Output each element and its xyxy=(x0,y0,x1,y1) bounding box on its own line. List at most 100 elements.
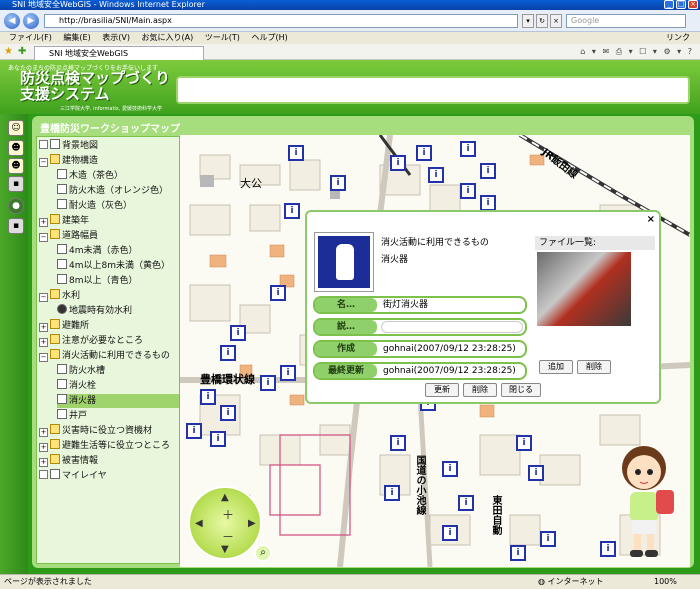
layer-icon[interactable]: ▪ xyxy=(8,218,24,234)
toolbar-icons[interactable]: ⌂ ▾ ✉ ⎙ ▾ ☐ ▾ ⚙ ▾ ? xyxy=(580,47,694,57)
add-file-button[interactable]: 追加 xyxy=(539,360,573,374)
extinguisher-marker-icon[interactable]: i xyxy=(230,325,246,341)
user-icon[interactable]: ☺ xyxy=(8,120,24,136)
links-label[interactable]: リンク xyxy=(666,32,690,44)
address-input[interactable]: http://brasilia/SNI/Main.aspx xyxy=(44,14,518,28)
extinguisher-marker-icon[interactable]: i xyxy=(280,365,296,381)
minimize-button[interactable]: _ xyxy=(664,0,674,9)
extinguisher-marker-icon[interactable]: i xyxy=(284,203,300,219)
extinguisher-marker-icon[interactable]: i xyxy=(270,285,286,301)
extinguisher-marker-icon[interactable]: i xyxy=(416,145,432,161)
extinguisher-marker-icon[interactable]: i xyxy=(288,145,304,161)
zoom-out-icon[interactable]: － xyxy=(222,528,234,545)
extinguisher-marker-icon[interactable]: i xyxy=(260,375,276,391)
pan-left-icon[interactable]: ◀ xyxy=(195,518,203,529)
extinguisher-marker-icon[interactable]: i xyxy=(428,167,444,183)
extinguisher-marker-icon[interactable]: i xyxy=(390,155,406,171)
tab-current[interactable]: SNI 地域安全WebGIS xyxy=(34,46,204,60)
power-icon[interactable]: ● xyxy=(8,198,24,214)
tree-item[interactable]: マイレイヤ xyxy=(39,469,179,483)
zoom-level[interactable]: 100% xyxy=(654,575,677,589)
expand-icon[interactable]: + xyxy=(39,218,48,227)
extinguisher-marker-icon[interactable]: i xyxy=(390,435,406,451)
extinguisher-marker-icon[interactable]: i xyxy=(220,345,236,361)
collapse-icon[interactable]: − xyxy=(39,158,48,167)
expand-icon[interactable]: + xyxy=(39,443,48,452)
tree-item[interactable]: 防火水槽 xyxy=(57,364,179,378)
collapse-icon[interactable]: − xyxy=(39,233,48,242)
settings-icon[interactable]: ▪ xyxy=(8,176,24,192)
zoom-in-icon[interactable]: ＋ xyxy=(222,506,234,523)
extinguisher-marker-icon[interactable]: i xyxy=(516,435,532,451)
menu-edit[interactable]: 編集(E) xyxy=(63,33,90,42)
zoom-search-icon[interactable]: ⌕ xyxy=(254,544,272,562)
extinguisher-marker-icon[interactable]: i xyxy=(458,495,474,511)
tree-item[interactable]: − 道路幅員 xyxy=(39,229,179,243)
collapse-icon[interactable]: − xyxy=(39,353,48,362)
description-field[interactable] xyxy=(381,321,523,333)
favorites-star-icon[interactable]: ★ xyxy=(4,46,13,57)
extinguisher-marker-icon[interactable]: i xyxy=(200,389,216,405)
pan-up-icon[interactable]: ▲ xyxy=(221,492,229,503)
checkbox-icon[interactable] xyxy=(39,470,48,479)
tree-item[interactable]: 消火栓 xyxy=(57,379,179,393)
pan-down-icon[interactable]: ▼ xyxy=(221,544,229,555)
delete-file-button[interactable]: 削除 xyxy=(577,360,611,374)
extinguisher-marker-icon[interactable]: i xyxy=(480,195,496,211)
extinguisher-marker-icon[interactable]: i xyxy=(540,531,556,547)
maximize-button[interactable]: □ xyxy=(676,0,686,9)
stop-button[interactable]: × xyxy=(550,14,562,28)
tree-item[interactable]: 4m以上8m未満（黄色） xyxy=(57,259,179,273)
tree-item[interactable]: 消火器 xyxy=(57,394,179,408)
pan-zoom-control[interactable]: ▲ ▼ ◀ ▶ ＋ － xyxy=(188,486,262,560)
expand-icon[interactable]: + xyxy=(39,338,48,347)
tree-item[interactable]: 耐火造（灰色） xyxy=(57,199,179,213)
extinguisher-marker-icon[interactable]: i xyxy=(384,485,400,501)
tree-item[interactable]: 防火木造（オレンジ色） xyxy=(57,184,179,198)
tree-item[interactable]: 木造（茶色） xyxy=(57,169,179,183)
expand-icon[interactable]: + xyxy=(39,458,48,467)
tree-item[interactable]: + 避難所 xyxy=(39,319,179,333)
menu-help[interactable]: ヘルプ(H) xyxy=(251,33,287,42)
group-icon[interactable]: ☻ xyxy=(8,140,24,156)
tree-item[interactable]: − 水利 xyxy=(39,289,179,303)
tree-item[interactable]: + 被害情報 xyxy=(39,454,179,468)
attached-photo[interactable] xyxy=(537,252,631,326)
tree-item[interactable]: − 消火活動に利用できるもの xyxy=(39,349,179,363)
tree-item[interactable]: 8m以上（青色） xyxy=(57,274,179,288)
extinguisher-marker-icon[interactable]: i xyxy=(442,461,458,477)
menu-view[interactable]: 表示(V) xyxy=(102,33,130,42)
address-dropdown-button[interactable]: ▾ xyxy=(522,14,534,28)
tree-item[interactable]: + 災害時に役立つ資機材 xyxy=(39,424,179,438)
extinguisher-marker-icon[interactable]: i xyxy=(330,175,346,191)
tree-item[interactable]: + 避難生活等に役立つところ xyxy=(39,439,179,453)
tree-item[interactable]: − 建物構造 xyxy=(39,154,179,168)
menu-favorites[interactable]: お気に入り(A) xyxy=(142,33,194,42)
collapse-icon[interactable]: − xyxy=(39,293,48,302)
tree-item[interactable]: 背景地図 xyxy=(39,139,179,153)
back-button[interactable]: ◀ xyxy=(4,13,20,29)
search-input[interactable]: Google xyxy=(566,14,686,28)
add-favorite-icon[interactable]: ✚ xyxy=(18,46,26,57)
update-button[interactable]: 更新 xyxy=(425,383,459,397)
refresh-button[interactable]: ↻ xyxy=(536,14,548,28)
expand-icon[interactable]: + xyxy=(39,428,48,437)
extinguisher-marker-icon[interactable]: i xyxy=(460,141,476,157)
forward-button[interactable]: ▶ xyxy=(23,13,39,29)
tree-item[interactable]: + 注意が必要なところ xyxy=(39,334,179,348)
extinguisher-marker-icon[interactable]: i xyxy=(510,545,526,561)
extinguisher-marker-icon[interactable]: i xyxy=(528,465,544,481)
popup-close-icon[interactable]: × xyxy=(647,214,655,225)
extinguisher-marker-icon[interactable]: i xyxy=(220,405,236,421)
tree-item[interactable]: 地震時有効水利 xyxy=(57,304,179,318)
close-window-button[interactable]: × xyxy=(688,0,698,9)
tree-item[interactable]: 4m未満（赤色） xyxy=(57,244,179,258)
pan-right-icon[interactable]: ▶ xyxy=(248,518,256,529)
checkbox-icon[interactable] xyxy=(39,140,48,149)
expand-icon[interactable]: + xyxy=(39,323,48,332)
menu-tools[interactable]: ツール(T) xyxy=(205,33,240,42)
extinguisher-marker-icon[interactable]: i xyxy=(460,183,476,199)
delete-button[interactable]: 削除 xyxy=(463,383,497,397)
extinguisher-marker-icon[interactable]: i xyxy=(186,423,202,439)
tree-item[interactable]: + 建築年 xyxy=(39,214,179,228)
